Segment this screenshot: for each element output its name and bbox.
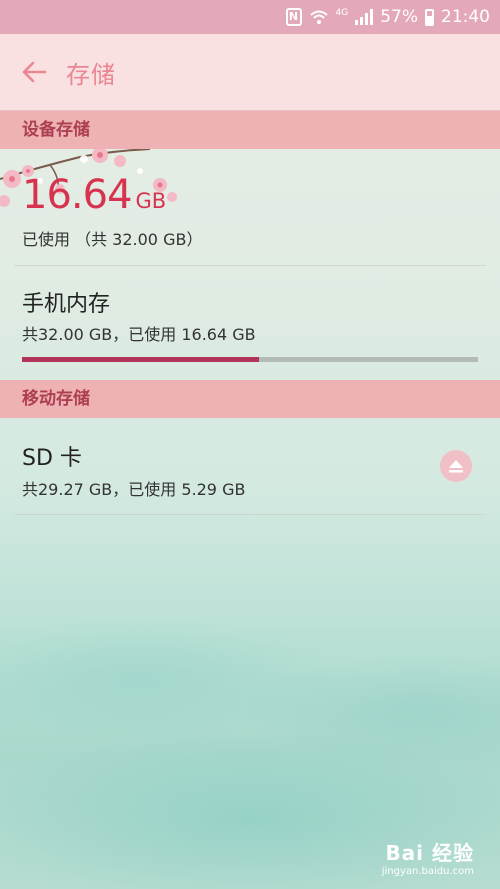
eject-icon xyxy=(449,460,463,473)
used-storage-number: 16.64 xyxy=(22,172,133,218)
used-storage-unit: GB xyxy=(135,189,167,213)
used-storage-subtitle: 已使用 （共 32.00 GB） xyxy=(22,230,203,249)
watermark-brand: Bai 经验 xyxy=(385,841,474,865)
eject-sd-card-button[interactable] xyxy=(440,450,472,482)
phone-memory-subtitle: 共32.00 GB，已使用 16.64 GB xyxy=(22,325,256,344)
app-bar: 存储 xyxy=(0,34,500,111)
wifi-icon xyxy=(309,10,328,24)
back-button[interactable] xyxy=(14,52,54,92)
phone-memory-progress-bar xyxy=(22,357,478,362)
back-arrow-icon xyxy=(22,61,47,83)
network-type-label: 4G xyxy=(335,8,349,18)
section-header-mobile-storage: 移动存储 xyxy=(0,380,500,418)
battery-percent: 57% xyxy=(380,7,418,27)
page-title: 存储 xyxy=(66,60,116,89)
section-header-device-storage: 设备存储 xyxy=(0,111,500,149)
divider xyxy=(14,514,486,515)
signal-strength-icon xyxy=(355,9,374,25)
sd-card-subtitle: 共29.27 GB，已使用 5.29 GB xyxy=(22,480,246,499)
watermark-url: jingyan.baidu.com xyxy=(381,866,474,877)
used-storage-value: 16.64 GB xyxy=(22,172,166,218)
nfc-icon: N xyxy=(285,8,302,26)
phone-memory-title: 手机内存 xyxy=(22,292,111,317)
phone-memory-progress-fill xyxy=(22,357,260,362)
clock: 21:40 xyxy=(441,7,490,27)
status-bar: N 4G 57% 21:40 xyxy=(0,0,500,34)
divider xyxy=(14,265,486,266)
baidu-jingyan-watermark: Bai 经验 jingyan.baidu.com xyxy=(382,837,474,877)
battery-icon xyxy=(425,8,434,26)
sd-card-title: SD 卡 xyxy=(22,446,82,471)
